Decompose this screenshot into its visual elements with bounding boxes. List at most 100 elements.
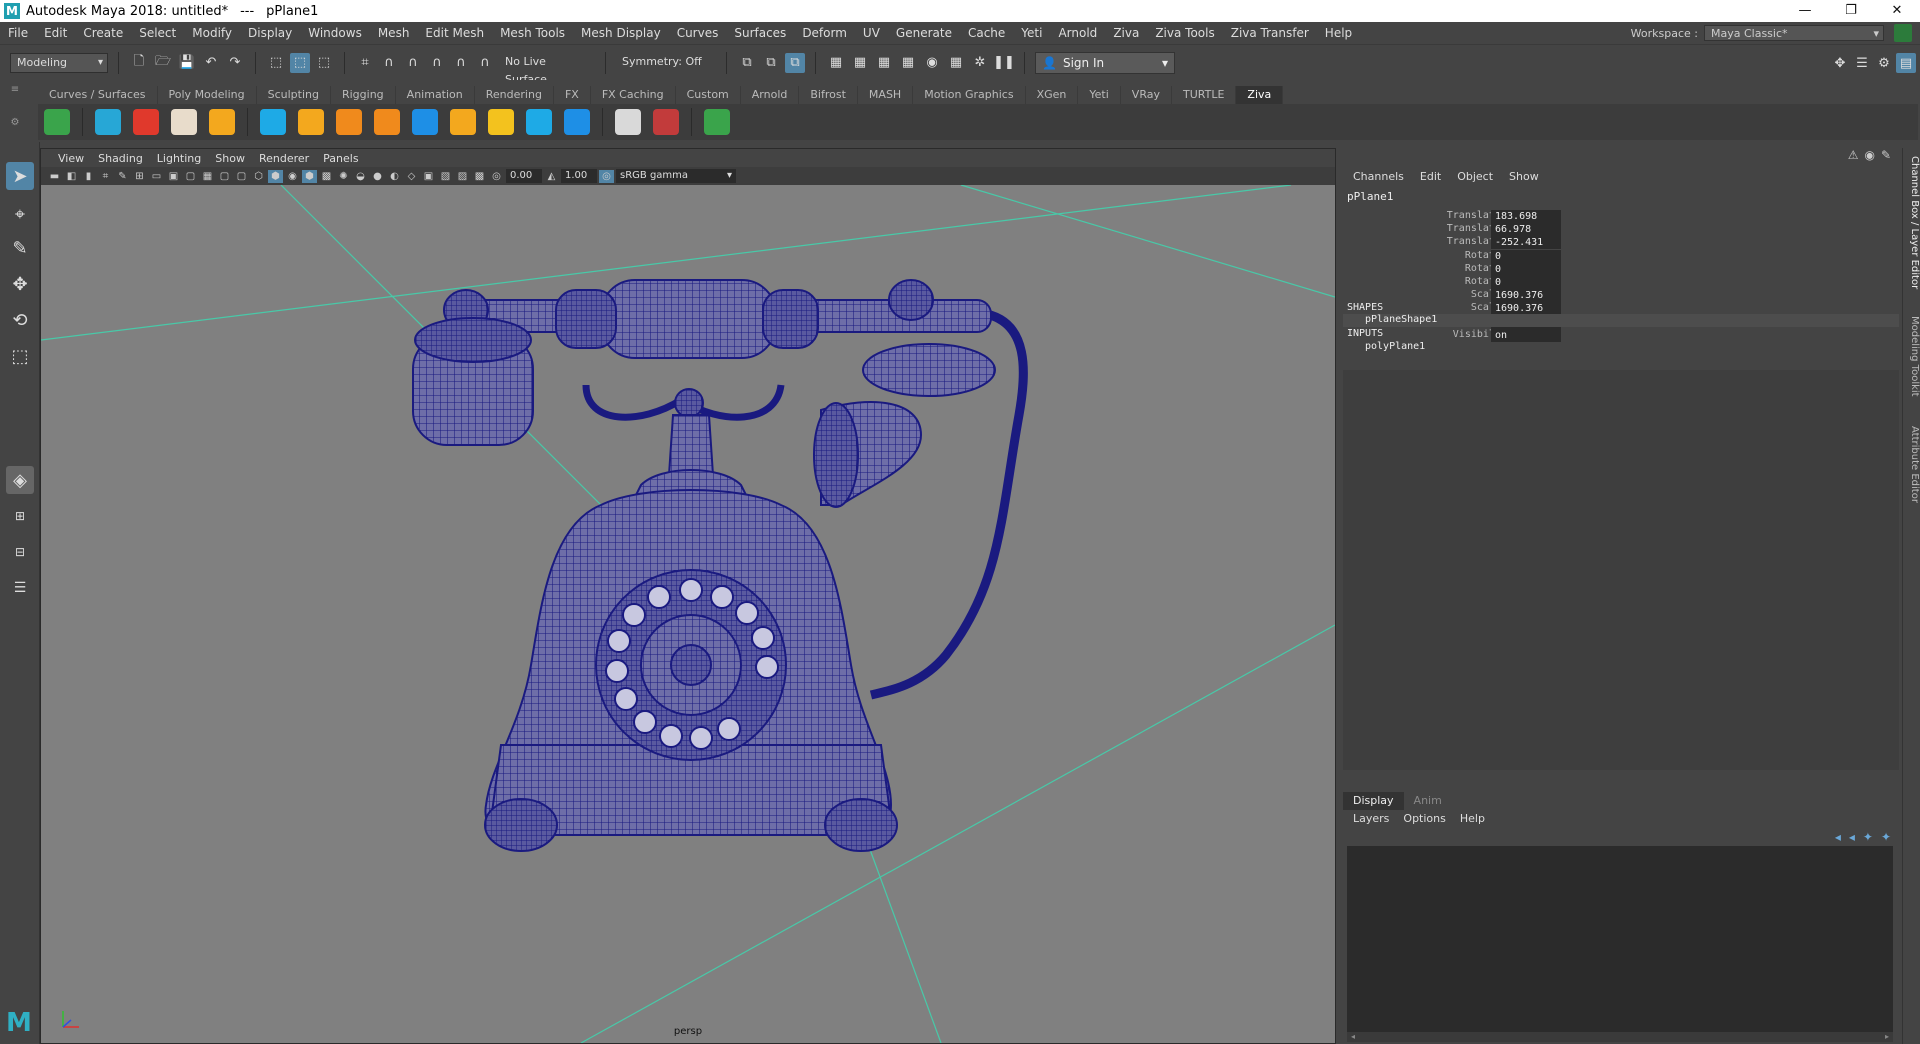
menu-edit-mesh[interactable]: Edit Mesh — [417, 26, 492, 40]
menu-set-dropdown[interactable]: Modeling ▾ — [10, 52, 108, 73]
ziva-fiber-icon[interactable] — [336, 109, 362, 135]
shelf-tab-fx-caching[interactable]: FX Caching — [591, 86, 676, 104]
shelf-tab-xgen[interactable]: XGen — [1026, 86, 1079, 104]
new-layer-icon[interactable]: ✦ — [1863, 830, 1873, 844]
attribute-value[interactable]: on — [1491, 328, 1561, 342]
channel-box-menu-object[interactable]: Object — [1457, 170, 1493, 183]
redo-icon[interactable]: ↷ — [225, 53, 245, 73]
shelf-tab-turtle[interactable]: TURTLE — [1172, 86, 1237, 104]
ziva-curve-icon[interactable] — [488, 109, 514, 135]
workspace-dropdown[interactable]: Maya Classic* — [1704, 25, 1884, 41]
menu-windows[interactable]: Windows — [300, 26, 370, 40]
move-tool-icon[interactable]: ✥ — [6, 270, 34, 298]
default-material-icon[interactable]: ◉ — [285, 170, 300, 183]
light-editor-icon[interactable]: ✲ — [970, 53, 990, 73]
menu-ziva-transfer[interactable]: Ziva Transfer — [1223, 26, 1317, 40]
construction-history-icon[interactable]: ⧉ — [737, 53, 757, 73]
camera-attributes-icon[interactable]: ◧ — [64, 170, 79, 183]
menu-generate[interactable]: Generate — [888, 26, 960, 40]
side-tab-attribute-editor[interactable]: Attribute Editor — [1904, 426, 1920, 503]
viewport-menu-panels[interactable]: Panels — [316, 152, 365, 165]
gamma-field[interactable]: 1.00 — [561, 169, 597, 183]
bookmark-icon[interactable]: ▮ — [81, 170, 96, 183]
select-object-icon[interactable]: ⬚ — [290, 52, 310, 73]
object-name[interactable]: pPlane1 — [1347, 190, 1393, 203]
open-scene-icon[interactable]: 🗁 — [153, 53, 173, 73]
attribute-editor-icon[interactable]: ☰ — [1852, 53, 1872, 73]
menu-ziva[interactable]: Ziva — [1105, 26, 1147, 40]
select-hierarchy-icon[interactable]: ⬚ — [266, 53, 286, 73]
attribute-value[interactable]: -252.431 — [1491, 236, 1561, 250]
snap-magnet-icon[interactable]: ∩ — [475, 53, 495, 73]
viewport-menu-show[interactable]: Show — [208, 152, 252, 165]
resolution-gate-icon[interactable]: ▣ — [166, 170, 181, 183]
wireframe-on-shaded-icon[interactable]: ⬢ — [302, 169, 317, 183]
tab-anim[interactable]: Anim — [1404, 792, 1452, 810]
wireframe-icon[interactable]: ⬡ — [251, 170, 266, 183]
lasso-tool-icon[interactable]: ⌖ — [6, 200, 34, 228]
attribute-label[interactable]: Rotate Y — [1353, 263, 1513, 274]
ziva-rivet-icon[interactable] — [450, 109, 476, 135]
attribute-label[interactable]: Rotate X — [1353, 250, 1513, 261]
render-settings-icon[interactable]: ▦ — [898, 53, 918, 73]
channel-box-hierarchy-icon[interactable]: ⚠ — [1848, 148, 1859, 166]
ziva-load-icon[interactable] — [44, 109, 70, 135]
lock-icon[interactable] — [1894, 24, 1912, 42]
viewport-menu-view[interactable]: View — [51, 152, 91, 165]
menu-create[interactable]: Create — [75, 26, 131, 40]
render-setup-icon[interactable]: ▦ — [946, 53, 966, 73]
ziva-delete-icon[interactable] — [653, 109, 679, 135]
menu-deform[interactable]: Deform — [794, 26, 855, 40]
attribute-value[interactable]: 66.978 — [1491, 223, 1561, 237]
menu-modify[interactable]: Modify — [184, 26, 240, 40]
safe-title-icon[interactable]: ▢ — [234, 170, 249, 183]
move-layer-down-icon[interactable]: ◂ — [1849, 830, 1855, 844]
colorspace-dropdown[interactable]: sRGB gamma — [616, 169, 736, 183]
layer-scrollbar[interactable]: ◂ ▸ — [1347, 1032, 1893, 1042]
snap-grid-icon[interactable]: ⌗ — [355, 53, 375, 73]
exposure-field[interactable]: 0.00 — [506, 169, 542, 183]
select-component-icon[interactable]: ⬚ — [314, 53, 334, 73]
ziva-attachment-icon[interactable] — [260, 109, 286, 135]
isolate-select-icon[interactable]: ▣ — [421, 170, 436, 183]
render-current-icon[interactable]: ▦ — [850, 53, 870, 73]
attribute-label[interactable]: Translate Y — [1353, 223, 1513, 234]
menu-edit[interactable]: Edit — [36, 26, 75, 40]
two-view-icon[interactable]: ⊟ — [6, 538, 34, 566]
side-tab-channel-box[interactable]: Channel Box / Layer Editor — [1904, 156, 1920, 289]
textured-icon[interactable]: ▩ — [319, 170, 334, 183]
viewport-menu-lighting[interactable]: Lighting — [150, 152, 208, 165]
menu-display[interactable]: Display — [240, 26, 300, 40]
single-view-icon[interactable]: ◈ — [6, 466, 34, 494]
xray-components-icon[interactable]: ▩ — [472, 170, 487, 183]
layer-menu-help[interactable]: Help — [1460, 812, 1485, 825]
shelf-tab-ziva[interactable]: Ziva — [1236, 86, 1284, 104]
shelf-tab-sculpting[interactable]: Sculpting — [257, 86, 331, 104]
ziva-play-icon[interactable] — [704, 109, 730, 135]
attribute-label[interactable]: Translate Z — [1353, 236, 1513, 247]
modeling-toolkit-icon[interactable]: ✥ — [1830, 53, 1850, 73]
tab-display[interactable]: Display — [1343, 792, 1404, 810]
menu-mesh-tools[interactable]: Mesh Tools — [492, 26, 573, 40]
pause-viewport-icon[interactable]: ❚❚ — [993, 53, 1015, 73]
ziva-line-of-action-icon[interactable] — [412, 109, 438, 135]
close-button[interactable]: ✕ — [1874, 0, 1920, 22]
shelf-tab-rendering[interactable]: Rendering — [475, 86, 554, 104]
channel-box-icon[interactable]: ▤ — [1896, 53, 1916, 73]
shelf-tab-poly-modeling[interactable]: Poly Modeling — [158, 86, 257, 104]
menu-cache[interactable]: Cache — [960, 26, 1013, 40]
menu-surfaces[interactable]: Surfaces — [726, 26, 794, 40]
shelf-tab-mash[interactable]: MASH — [858, 86, 914, 104]
menu-file[interactable]: File — [0, 26, 36, 40]
image-plane-icon[interactable]: ⌗ — [98, 170, 113, 183]
menu-mesh[interactable]: Mesh — [370, 26, 418, 40]
ipr-icon[interactable]: ▦ — [874, 53, 894, 73]
menu-yeti[interactable]: Yeti — [1013, 26, 1050, 40]
attribute-label[interactable]: Translate X — [1353, 210, 1513, 221]
shape-node[interactable]: pPlaneShape1 — [1343, 314, 1899, 327]
channel-box-edit-icon[interactable]: ✎ — [1881, 148, 1891, 166]
side-tab-modeling-toolkit[interactable]: Modeling Toolkit — [1904, 316, 1920, 397]
smooth-shade-icon[interactable]: ⬢ — [268, 169, 283, 183]
attribute-value[interactable]: 0 — [1491, 262, 1561, 276]
layer-menu-layers[interactable]: Layers — [1353, 812, 1389, 825]
